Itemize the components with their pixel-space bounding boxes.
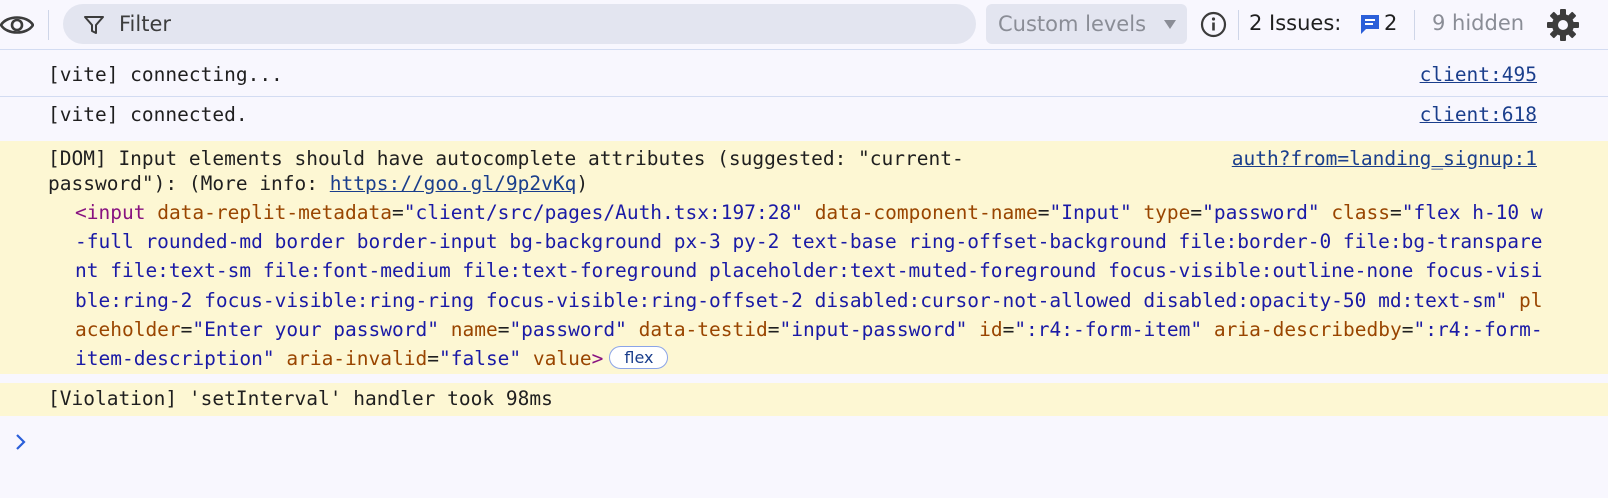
log-levels-label: Custom levels xyxy=(998,12,1147,36)
source-link[interactable]: client:495 xyxy=(1420,60,1537,89)
attr-name: data-replit-metadata xyxy=(157,201,393,224)
warning-text-continued: password"): (More info: https://goo.gl/9… xyxy=(48,169,588,198)
attr-equals: = xyxy=(1037,201,1050,224)
issues-count[interactable]: 2 xyxy=(1384,11,1397,35)
warning-text-suffix: ) xyxy=(576,172,589,195)
issues-label[interactable]: 2 Issues: xyxy=(1249,11,1341,35)
message-text: [vite] connecting... xyxy=(48,63,283,86)
attr-name: class xyxy=(1331,201,1391,224)
filter-box[interactable] xyxy=(63,4,976,44)
attr-name: name xyxy=(450,317,498,341)
eye-icon[interactable] xyxy=(0,12,34,38)
attr-value: "password" xyxy=(1202,201,1320,224)
element-tag-close: > xyxy=(591,347,604,371)
attr-name: data-testid xyxy=(638,317,768,341)
more-info-link[interactable]: https://goo.gl/9p2vKq xyxy=(330,172,577,195)
toolbar-divider xyxy=(1238,10,1239,40)
attr-value: "Input" xyxy=(1049,201,1132,224)
attr-name: data-component-name xyxy=(814,201,1038,224)
violation-text: [Violation] 'setInterval' handler took 9… xyxy=(48,387,553,410)
attr-value: "password" xyxy=(509,317,627,341)
attr-equals: = xyxy=(767,317,780,341)
attr-equals: = xyxy=(1190,201,1203,224)
filter-icon xyxy=(84,16,104,34)
attr-name: type xyxy=(1143,201,1191,224)
issue-message-icon[interactable] xyxy=(1359,13,1381,35)
element-tag-open: <input xyxy=(75,201,146,224)
attr-equals: = xyxy=(1401,317,1414,341)
attr-equals: = xyxy=(392,201,404,224)
source-link[interactable]: auth?from=landing_signup:1 xyxy=(1232,144,1537,173)
warning-text-prefix: password"): (More info: xyxy=(48,172,330,195)
source-link[interactable]: client:618 xyxy=(1420,100,1537,129)
filter-input[interactable] xyxy=(119,10,959,38)
console-message: [vite] connected. client:618 xyxy=(0,98,1608,139)
attr-equals: = xyxy=(497,317,510,341)
toolbar-divider xyxy=(1414,10,1415,40)
console-warning: [DOM] Input elements should have autocom… xyxy=(0,141,1608,374)
message-text: [vite] connected. xyxy=(48,103,248,126)
console-toolbar: Custom levels 2 Issues: 2 9 hidden xyxy=(0,0,1608,50)
console-violation: [Violation] 'setInterval' handler took 9… xyxy=(0,383,1608,416)
console-message: [vite] connecting... client:495 xyxy=(0,60,1608,97)
attr-equals: = xyxy=(1390,201,1402,224)
attr-name: aria-describedby xyxy=(1213,317,1402,341)
toolbar-divider xyxy=(48,10,49,40)
flex-badge[interactable]: flex xyxy=(609,346,669,370)
attr-value: "client/src/pages/Auth.tsx:197:28" xyxy=(403,201,803,224)
attr-value: "false" xyxy=(438,347,522,371)
attr-value: "input-password" xyxy=(779,317,968,341)
gear-icon[interactable] xyxy=(1546,8,1580,42)
log-levels-dropdown[interactable]: Custom levels xyxy=(986,4,1187,44)
attr-value: "Enter your password" xyxy=(192,317,439,341)
dom-element-preview[interactable]: <input data-replit-metadata="client/src/… xyxy=(75,198,1550,373)
attr-value: ":r4:-form-item" xyxy=(1014,317,1203,341)
attr-equals: = xyxy=(427,347,439,371)
attr-name: id xyxy=(979,317,1003,341)
attr-name: value xyxy=(532,347,592,371)
attr-equals: = xyxy=(180,317,193,341)
attr-name: aria-invalid xyxy=(286,347,428,371)
attr-equals: = xyxy=(1002,317,1015,341)
info-icon[interactable] xyxy=(1200,11,1227,38)
hidden-count: 9 hidden xyxy=(1432,11,1525,35)
console-prompt-chevron-icon[interactable] xyxy=(12,430,30,454)
chevron-down-icon xyxy=(1164,20,1176,29)
